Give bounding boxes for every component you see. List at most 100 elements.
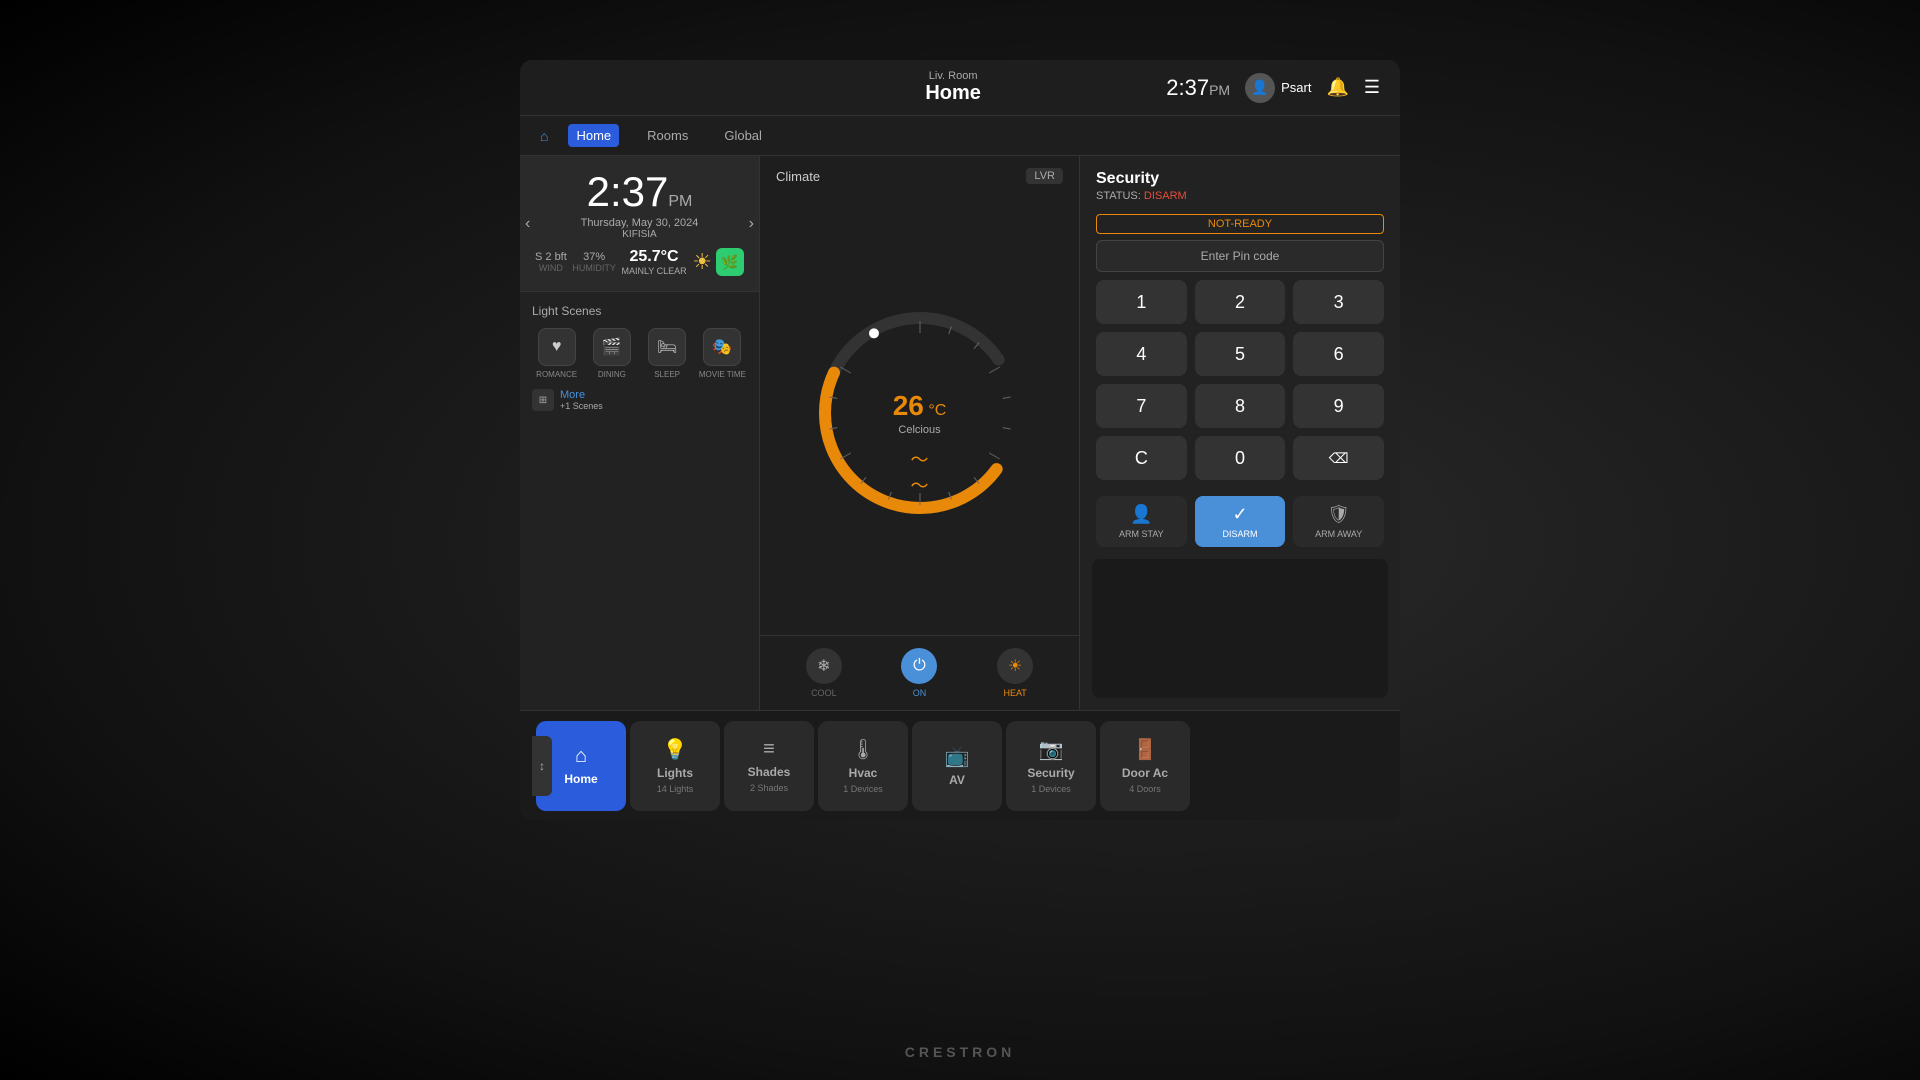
main-content: ‹ › 2:37PM Thursday, May 30, 2024 KIFISI… <box>520 156 1400 710</box>
key-3[interactable]: 3 <box>1293 280 1384 324</box>
disarm-icon: ✓ <box>1232 504 1247 525</box>
key-7[interactable]: 7 <box>1096 384 1187 428</box>
sidebar-toggle-button[interactable]: ↕ <box>532 736 552 796</box>
room-badge: LVR <box>1026 168 1063 184</box>
tab-rooms[interactable]: Rooms <box>639 124 696 147</box>
notification-bell-icon[interactable]: 🔔 <box>1326 77 1348 98</box>
scene-dining-button[interactable]: 🎬 <box>593 328 631 366</box>
key-6[interactable]: 6 <box>1293 332 1384 376</box>
temp-label: Celcious <box>893 424 947 436</box>
more-grid-icon: ⊞ <box>532 389 554 411</box>
arm-away-icon: 🛡 <box>1327 504 1350 525</box>
home-nav-icon: ⌂ <box>575 745 587 768</box>
security-title: Security <box>1096 170 1384 188</box>
sun-icon: ☀ <box>692 249 712 275</box>
security-panel: Security STATUS: DISARM NOT-READY Enter … <box>1080 156 1400 710</box>
security-actions: 👤 ARM STAY ✓ DISARM 🛡 ARM AWAY <box>1080 488 1400 559</box>
climate-panel: Climate LVR <box>760 156 1080 710</box>
nav-tabs: ⌂ Home Rooms Global <box>520 116 1400 156</box>
top-right: 2:37PM 👤 Psart 🔔 ☰ <box>1166 73 1380 103</box>
nav-lights[interactable]: 💡 Lights 14 Lights <box>630 721 720 811</box>
not-ready-banner: NOT-READY <box>1096 214 1384 234</box>
key-clear[interactable]: C <box>1096 436 1187 480</box>
clock-date: Thursday, May 30, 2024 <box>535 217 744 229</box>
nav-av[interactable]: 📺 AV <box>912 721 1002 811</box>
clock-time: 2:37PM <box>535 171 744 213</box>
screen-wrapper: Liv. Room Home 2:37PM 👤 Psart 🔔 ☰ ⌂ Home… <box>0 0 1920 1080</box>
more-scenes-button[interactable]: ⊞ More +1 Scenes <box>532 389 747 411</box>
location-info: Liv. Room Home <box>740 70 1166 105</box>
security-header: Security STATUS: DISARM <box>1080 156 1400 210</box>
door-nav-icon: 🚪 <box>1133 737 1158 762</box>
arm-stay-button[interactable]: 👤 ARM STAY <box>1096 496 1187 547</box>
scene-movie-button[interactable]: 🎭 <box>703 328 741 366</box>
wind-animation-icon: 〜〜 <box>911 446 929 498</box>
avatar: 👤 <box>1245 73 1275 103</box>
user-badge[interactable]: 👤 Psart <box>1245 73 1311 103</box>
tab-global[interactable]: Global <box>716 124 770 147</box>
power-icon: ⏻ <box>901 648 937 684</box>
tab-home[interactable]: Home <box>568 124 619 147</box>
key-5[interactable]: 5 <box>1195 332 1286 376</box>
heat-button[interactable]: ☀ HEAT <box>997 648 1033 698</box>
nav-security[interactable]: 📷 Security 1 Devices <box>1006 721 1096 811</box>
nav-door[interactable]: 🚪 Door Ac 4 Doors <box>1100 721 1190 811</box>
lights-nav-icon: 💡 <box>663 737 688 762</box>
scene-romance-button[interactable]: ♥ <box>538 328 576 366</box>
cool-icon: ❄ <box>806 648 842 684</box>
pin-display[interactable]: Enter Pin code <box>1096 240 1384 272</box>
clock-next-button[interactable]: › <box>749 215 754 233</box>
nav-shades[interactable]: ≡ Shades 2 Shades <box>724 721 814 811</box>
heat-icon: ☀ <box>997 648 1033 684</box>
temp-stat: 25.7°C MAINLY CLEAR <box>621 248 686 276</box>
left-panel: ‹ › 2:37PM Thursday, May 30, 2024 KIFISI… <box>520 156 760 710</box>
hvac-nav-icon: 🌡 <box>850 737 875 762</box>
home-icon: ⌂ <box>540 128 548 144</box>
arm-away-button[interactable]: 🛡 ARM AWAY <box>1293 496 1384 547</box>
top-bar: Liv. Room Home 2:37PM 👤 Psart 🔔 ☰ <box>520 60 1400 116</box>
scene-dining[interactable]: 🎬 DINING <box>587 328 636 379</box>
climate-controls: ❄ COOL ⏻ ON ☀ HEAT <box>760 635 1079 710</box>
crestron-brand: CRESTRON <box>905 1044 1016 1060</box>
scenes-grid: ♥ ROMANCE 🎬 DINING 🛏 SLEEP 🎭 <box>532 328 747 379</box>
hamburger-menu-icon[interactable]: ☰ <box>1364 77 1380 98</box>
key-1[interactable]: 1 <box>1096 280 1187 324</box>
header-time: 2:37PM <box>1166 75 1230 101</box>
bottom-nav: ↕ ⌂ Home 💡 Lights 14 Lights ≡ Shades 2 S… <box>520 710 1400 820</box>
av-nav-icon: 📺 <box>945 744 970 769</box>
temperature-display: 26 °C <box>893 390 947 422</box>
keypad: 1 2 3 4 5 6 7 8 9 C 0 ⌫ <box>1080 280 1400 488</box>
eco-icon: 🌿 <box>716 248 744 276</box>
disarm-button[interactable]: ✓ DISARM <box>1195 496 1286 547</box>
key-2[interactable]: 2 <box>1195 280 1286 324</box>
weather-icon-area: ☀ 🌿 <box>692 248 744 276</box>
security-extra-area <box>1092 559 1388 698</box>
location-main: Home <box>740 82 1166 105</box>
scene-sleep[interactable]: 🛏 SLEEP <box>643 328 692 379</box>
key-backspace[interactable]: ⌫ <box>1293 436 1384 480</box>
scene-romance[interactable]: ♥ ROMANCE <box>532 328 581 379</box>
clock-prev-button[interactable]: ‹ <box>525 215 530 233</box>
key-9[interactable]: 9 <box>1293 384 1384 428</box>
scene-movie-time[interactable]: 🎭 MOVIE TIME <box>698 328 747 379</box>
power-button[interactable]: ⏻ ON <box>901 648 937 698</box>
weather-row: S 2 bft WIND 37% HUMIDITY 25.7°C MAINLY … <box>535 248 744 276</box>
scenes-title: Light Scenes <box>532 304 747 318</box>
key-0[interactable]: 0 <box>1195 436 1286 480</box>
cool-button[interactable]: ❄ COOL <box>806 648 842 698</box>
thermostat-center: 26 °C Celcious <box>893 390 947 436</box>
key-4[interactable]: 4 <box>1096 332 1187 376</box>
thermostat-ring[interactable]: 26 °C Celcious 〜〜 <box>810 303 1030 523</box>
wind-stat: S 2 bft WIND <box>535 251 567 273</box>
location-sub: Liv. Room <box>740 70 1166 82</box>
light-scenes-section: Light Scenes ♥ ROMANCE 🎬 DINING 🛏 SLEE <box>520 292 759 710</box>
clock-city: KIFISIA <box>535 229 744 240</box>
humidity-stat: 37% HUMIDITY <box>572 251 616 273</box>
scene-sleep-button[interactable]: 🛏 <box>648 328 686 366</box>
arm-stay-icon: 👤 <box>1130 504 1152 525</box>
climate-header: Climate LVR <box>760 156 1079 190</box>
security-status: STATUS: DISARM <box>1096 190 1384 202</box>
nav-hvac[interactable]: 🌡 Hvac 1 Devices <box>818 721 908 811</box>
key-8[interactable]: 8 <box>1195 384 1286 428</box>
climate-title: Climate <box>776 169 820 184</box>
